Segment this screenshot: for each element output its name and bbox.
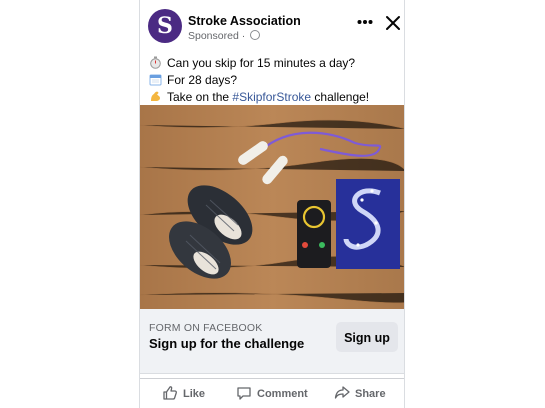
lead-form-bar[interactable]: FORM ON FACEBOOK Sign up for the challen… (140, 309, 404, 374)
like-button[interactable]: Like (162, 385, 205, 401)
post-actions-bar: Like Comment Share (140, 378, 404, 408)
calendar-icon (149, 74, 162, 86)
challenge-text: challenge! (311, 90, 370, 104)
post-line-3-text: Take on the (167, 90, 230, 104)
like-icon (163, 386, 177, 400)
page-name-link[interactable]: Stroke Association (188, 14, 301, 28)
comment-button[interactable]: Comment (236, 385, 308, 401)
post-line-1: Can you skip for 15 minutes a day? (149, 55, 399, 72)
form-source-label: FORM ON FACEBOOK (149, 322, 263, 334)
more-icon[interactable] (357, 16, 373, 30)
sponsored-text: Sponsored · (188, 30, 246, 42)
comment-icon (237, 387, 251, 400)
hashtag-link[interactable]: #SkipforStroke (232, 90, 311, 104)
share-button[interactable]: Share (334, 385, 386, 401)
like-label: Like (183, 388, 206, 400)
sign-up-button[interactable]: Sign up (336, 322, 398, 352)
page-avatar[interactable]: S (148, 9, 182, 43)
ad-photo[interactable] (140, 105, 405, 309)
post-line-2: For 28 days? (149, 72, 399, 89)
post-header: S Stroke Association Sponsored · (140, 0, 404, 48)
comment-label: Comment (257, 388, 308, 400)
sponsored-post-card: S Stroke Association Sponsored · Can you… (139, 0, 405, 408)
post-line-3: Take on the #SkipforStroke challenge! (149, 89, 399, 106)
sponsored-label: Sponsored · (188, 30, 261, 42)
flexed-biceps-icon (151, 91, 160, 101)
stopwatch-icon (150, 56, 161, 69)
share-label: Share (355, 388, 386, 400)
close-icon[interactable] (385, 15, 401, 31)
post-line-2-text: For 28 days? (167, 73, 238, 87)
post-body: Can you skip for 15 minutes a day? For 2… (149, 55, 399, 106)
post-line-1-text: Can you skip for 15 minutes a day? (167, 56, 356, 70)
share-icon (334, 386, 350, 399)
globe-icon (250, 30, 261, 40)
form-title: Sign up for the challenge (149, 336, 305, 351)
